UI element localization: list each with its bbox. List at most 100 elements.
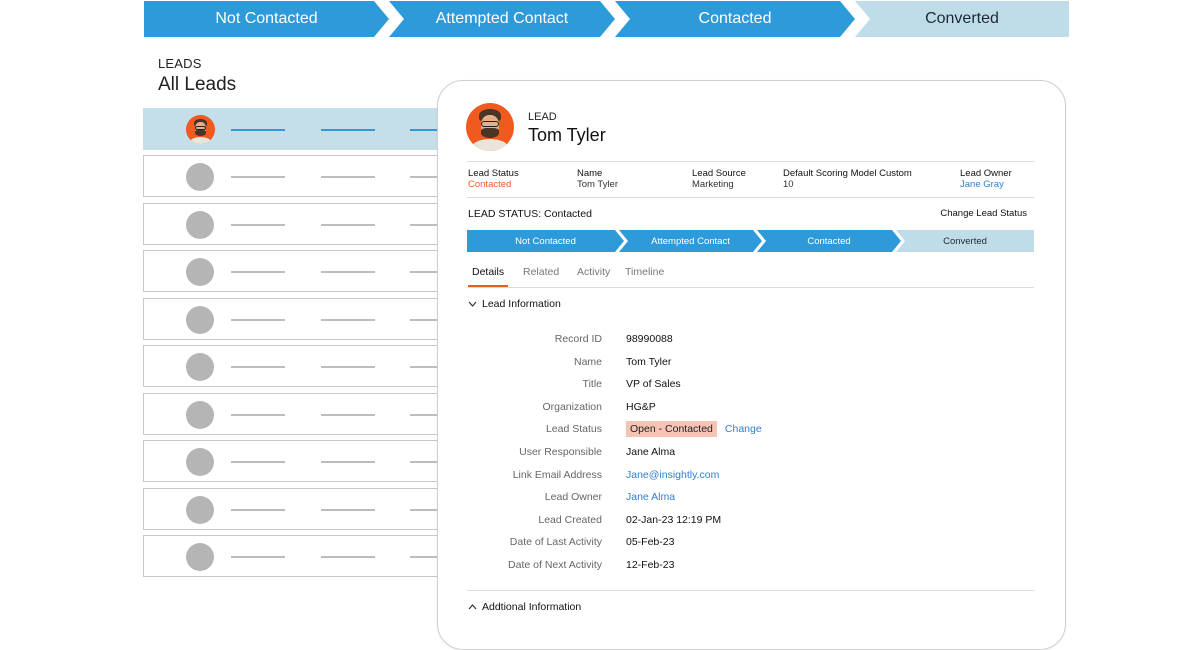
status-step-not-contacted[interactable]: Not Contacted	[467, 230, 624, 252]
summary-lead-source: Lead Source Marketing	[692, 168, 746, 190]
change-status-link[interactable]: Change	[725, 423, 762, 435]
summary-key: Name	[577, 168, 603, 179]
divider	[467, 161, 1034, 162]
stage-not-contacted[interactable]: Not Contacted	[144, 1, 389, 37]
record-type-label: LEAD	[528, 111, 557, 123]
stage-attempted-contact[interactable]: Attempted Contact	[389, 1, 615, 37]
stage-divider	[850, 1, 864, 37]
status-step-contacted[interactable]: Contacted	[757, 230, 901, 252]
stage-contacted[interactable]: Contacted	[615, 1, 855, 37]
summary-lead-status: Lead Status Contacted	[468, 168, 519, 190]
lead-name: Tom Tyler	[528, 125, 606, 145]
lead-detail-card: LEAD Tom Tyler Lead Status Contacted Nam…	[437, 80, 1066, 650]
summary-lead-owner: Lead Owner Jane Gray	[960, 168, 1012, 190]
field-email: Link Email Address Jane@insightly.com	[438, 469, 1067, 487]
leads-view-title[interactable]: All Leads	[158, 74, 236, 96]
stage-divider	[384, 1, 398, 37]
tab-details[interactable]: Details	[467, 266, 509, 287]
status-step-converted[interactable]: Converted	[896, 230, 1034, 252]
field-label: Link Email Address	[512, 469, 602, 481]
avatar-placeholder	[186, 163, 214, 191]
summary-value: 10	[783, 179, 794, 190]
field-label: Record ID	[554, 333, 602, 345]
field-user-responsible: User Responsible Jane Alma	[438, 446, 1067, 464]
field-value: 12-Feb-23	[626, 559, 675, 571]
field-label: Date of Last Activity	[509, 536, 602, 548]
summary-value: Marketing	[692, 179, 734, 190]
field-value: 05-Feb-23	[626, 536, 675, 548]
avatar-placeholder	[186, 306, 214, 334]
list-item[interactable]	[143, 488, 444, 530]
tab-related[interactable]: Related	[523, 266, 559, 284]
avatar-placeholder	[186, 401, 214, 429]
lead-row-selected[interactable]	[143, 108, 444, 150]
list-item[interactable]	[143, 203, 444, 245]
lead-owner-link[interactable]: Jane Alma	[626, 491, 675, 503]
avatar	[186, 115, 215, 144]
lead-status-path: Not Contacted Attempted Contact Contacte…	[467, 230, 1034, 252]
summary-key: Default Scoring Model Custom	[783, 168, 912, 179]
field-last-activity: Date of Last Activity 05-Feb-23	[438, 536, 1067, 554]
list-item[interactable]	[143, 440, 444, 482]
additional-information-toggle[interactable]: Addtional Information	[468, 601, 581, 613]
divider	[467, 197, 1034, 198]
avatar-placeholder	[186, 353, 214, 381]
list-item[interactable]	[143, 393, 444, 435]
section-title: Addtional Information	[482, 601, 582, 613]
stage-converted[interactable]: Converted	[855, 1, 1069, 37]
list-item[interactable]	[143, 155, 444, 197]
field-value: 98990088	[626, 333, 673, 345]
field-value: Jane Alma	[626, 446, 676, 458]
list-item[interactable]	[143, 535, 444, 577]
tab-timeline[interactable]: Timeline	[625, 266, 664, 284]
field-value: 02-Jan-23 12:19 PM	[626, 514, 722, 526]
tab-activity[interactable]: Activity	[577, 266, 610, 284]
field-lead-status: Lead Status Open - Contacted Change	[438, 421, 1067, 441]
field-value-wrap: Open - Contacted Change	[626, 421, 762, 437]
field-value: Tom Tyler	[626, 356, 672, 368]
status-step-attempted-contact[interactable]: Attempted Contact	[619, 230, 762, 252]
field-label: Title	[582, 378, 602, 390]
list-item[interactable]	[143, 345, 444, 387]
avatar-placeholder	[186, 543, 214, 571]
field-next-activity: Date of Next Activity 12-Feb-23	[438, 559, 1067, 577]
summary-key: Lead Owner	[960, 168, 1012, 179]
stage-divider	[610, 1, 624, 37]
field-name: Name Tom Tyler	[438, 356, 1067, 374]
summary-key: Lead Source	[692, 168, 746, 179]
avatar-placeholder	[186, 258, 214, 286]
avatar-placeholder	[186, 496, 214, 524]
field-organization: Organization HG&P	[438, 401, 1067, 419]
summary-value: Tom Tyler	[577, 179, 619, 190]
leads-section-label: LEADS	[158, 56, 202, 71]
field-record-id: Record ID 98990088	[438, 333, 1067, 351]
field-label: Organization	[542, 401, 602, 413]
field-label: User Responsible	[519, 446, 602, 458]
leads-header: LEADS All Leads	[158, 56, 236, 96]
field-label: Name	[573, 356, 602, 368]
summary-key: Lead Status	[468, 168, 519, 179]
avatar-placeholder	[186, 448, 214, 476]
section-title: Lead Information	[482, 298, 561, 310]
list-item[interactable]	[143, 250, 444, 292]
field-value: VP of Sales	[626, 378, 681, 390]
change-lead-status-button[interactable]: Change Lead Status	[940, 208, 1027, 219]
field-label: Lead Created	[538, 514, 602, 526]
field-lead-owner: Lead Owner Jane Alma	[438, 491, 1067, 509]
divider	[467, 590, 1034, 591]
lead-status-heading: LEAD STATUS: Contacted	[468, 208, 592, 220]
list-item[interactable]	[143, 298, 444, 340]
stage-path: Not Contacted Attempted Contact Contacte…	[144, 1, 1069, 37]
lead-owner-link[interactable]: Jane Gray	[960, 179, 1012, 190]
field-label: Lead Owner	[544, 491, 602, 503]
field-lead-created: Lead Created 02-Jan-23 12:19 PM	[438, 514, 1067, 532]
field-label: Date of Next Activity	[508, 559, 602, 571]
field-value: HG&P	[626, 401, 656, 413]
lead-information-toggle[interactable]: Lead Information	[468, 298, 561, 310]
email-link[interactable]: Jane@insightly.com	[626, 469, 719, 481]
divider	[467, 287, 1034, 288]
summary-name: Name Tom Tyler	[577, 168, 618, 190]
chevron-down-icon	[468, 299, 482, 310]
field-title: Title VP of Sales	[438, 378, 1067, 396]
avatar-placeholder	[186, 211, 214, 239]
